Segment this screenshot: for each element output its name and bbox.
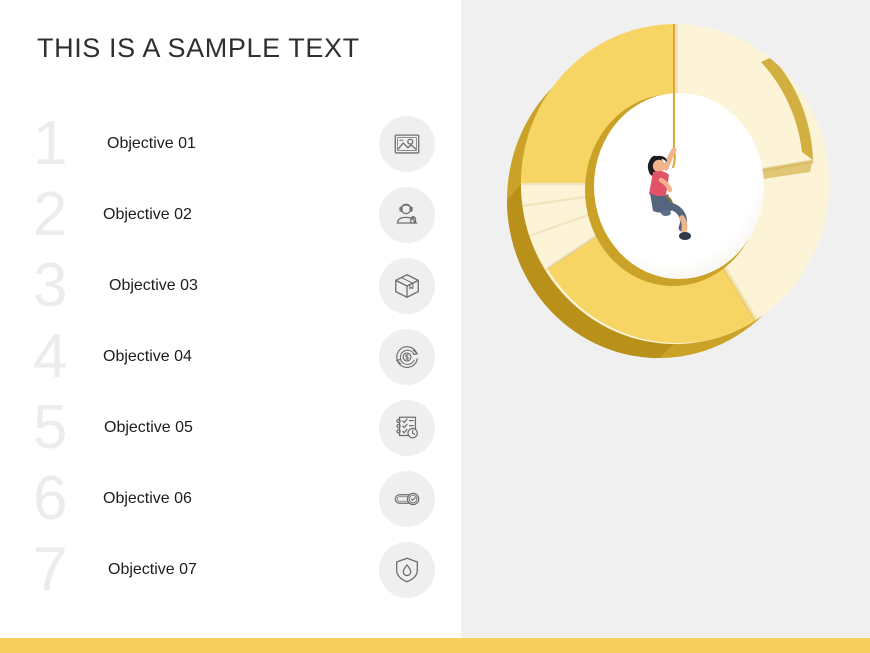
objective-label: Objective 04: [103, 347, 192, 365]
list-item[interactable]: 7 Objective 07: [0, 534, 461, 605]
list-item[interactable]: 3 Objective 03: [0, 250, 461, 321]
money-target-icon[interactable]: [379, 328, 435, 385]
objective-number: 1: [33, 108, 68, 178]
objective-label: Objective 05: [104, 418, 193, 436]
list-item[interactable]: 6 Objective 06: [0, 463, 461, 534]
climber-shoe: [679, 232, 691, 240]
objective-number: 6: [33, 463, 68, 533]
objective-number: 4: [33, 321, 68, 391]
climber-face: [652, 159, 666, 173]
objective-label: Objective 07: [108, 560, 197, 578]
list-item[interactable]: 5 Objective 05: [0, 392, 461, 463]
donut-chart-graphic: [461, 0, 870, 638]
donut-chart-canvas: [461, 0, 870, 638]
donut-center-hole: [594, 93, 764, 279]
package-box-icon[interactable]: [379, 257, 435, 314]
objective-label: Objective 06: [103, 489, 192, 507]
objective-number: 2: [33, 179, 68, 249]
shield-drop-icon[interactable]: [379, 541, 435, 598]
objective-list: 1 Objective 01 2 Objective 02 3 Objectiv…: [0, 108, 461, 605]
climber-shin: [679, 215, 688, 234]
page-title: THIS IS A SAMPLE TEXT: [37, 33, 360, 63]
objective-label: Objective 03: [109, 276, 198, 294]
climber-seat: [661, 210, 671, 216]
objective-label: Objective 02: [103, 205, 192, 223]
support-agent-icon[interactable]: [379, 186, 435, 243]
objective-number: 7: [33, 534, 68, 604]
toggle-check-icon[interactable]: [379, 470, 435, 527]
accent-bottom-bar: [0, 638, 870, 653]
objective-number: 3: [33, 250, 68, 320]
list-item[interactable]: 2 Objective 02: [0, 179, 461, 250]
checklist-icon[interactable]: [379, 399, 435, 456]
list-item[interactable]: 4 Objective 04: [0, 321, 461, 392]
objective-number: 5: [33, 392, 68, 462]
objective-label: Objective 01: [107, 134, 196, 152]
list-item[interactable]: 1 Objective 01: [0, 108, 461, 179]
slide-canvas: THIS IS A SAMPLE TEXT 1 Objective 01 2 O…: [0, 0, 870, 653]
image-icon[interactable]: [379, 115, 435, 172]
